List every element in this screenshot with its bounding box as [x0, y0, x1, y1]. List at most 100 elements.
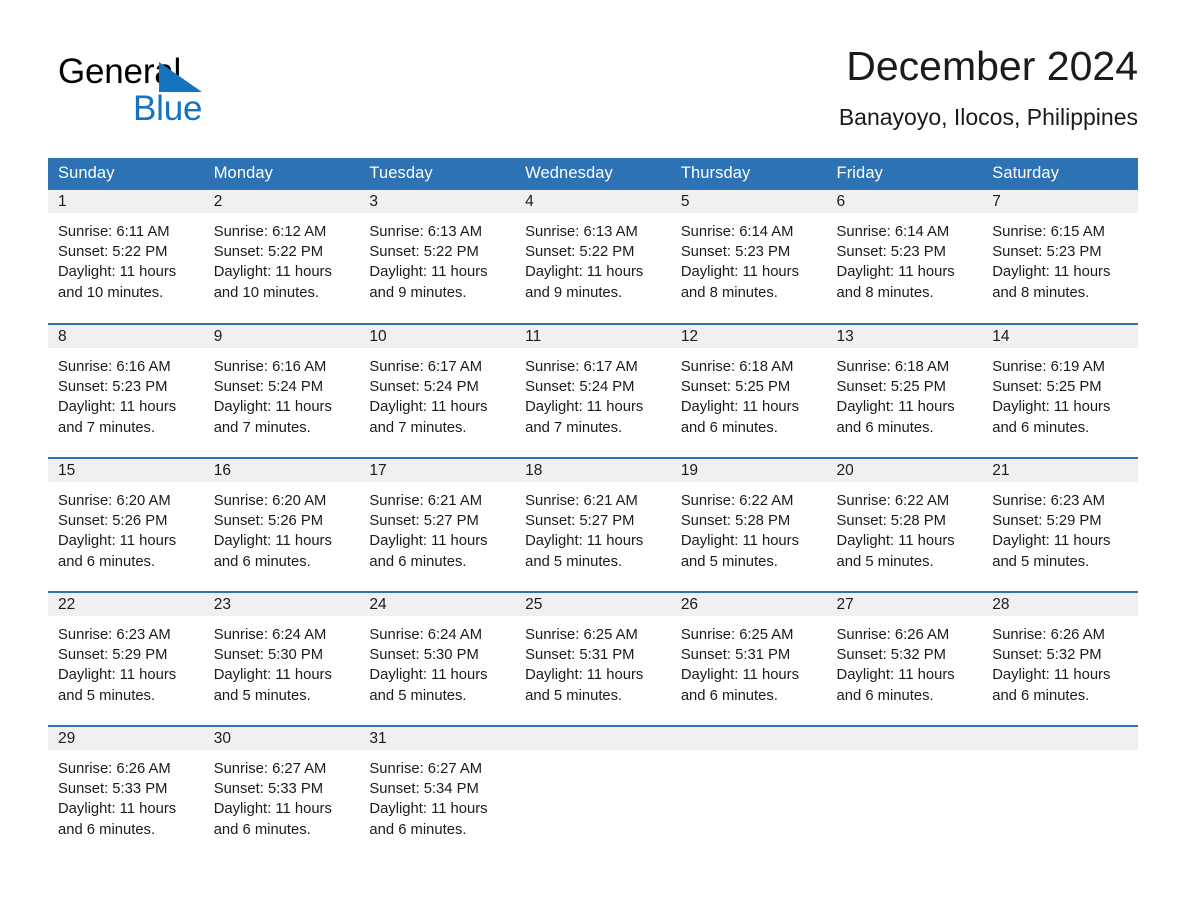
- day-details: Sunrise: 6:21 AM Sunset: 5:27 PM Daylight:…: [359, 482, 515, 572]
- day-number: 8: [48, 325, 204, 348]
- day-number: 20: [826, 459, 983, 482]
- day-cell[interactable]: 23 Sunrise: 6:24 AM Sunset: 5:30 PM Dayligh…: [203, 591, 360, 726]
- day-number: 2: [203, 190, 360, 213]
- sunset-text: Sunset: 5:22 PM: [58, 244, 168, 261]
- day-cell[interactable]: 15 Sunrise: 6:20 AM Sunset: 5:26 PM Dayligh…: [48, 457, 204, 592]
- day-details: [671, 750, 827, 759]
- daylight-text-line2: and 5 minutes.: [213, 687, 311, 704]
- daylight-text-line1: Daylight: 11 hours: [525, 667, 644, 684]
- daylight-text-line1: Daylight: 11 hours: [992, 667, 1111, 684]
- day-cell[interactable]: 14 Sunrise: 6:19 AM Sunset: 5:25 PM Dayligh…: [982, 323, 1138, 458]
- day-number: [982, 727, 1138, 750]
- daylight-text-line2: and 5 minutes.: [836, 553, 934, 570]
- day-cell[interactable]: 28 Sunrise: 6:26 AM Sunset: 5:32 PM Dayligh…: [982, 591, 1138, 726]
- day-cell[interactable]: 26 Sunrise: 6:25 AM Sunset: 5:31 PM Dayligh…: [670, 591, 827, 726]
- day-cell[interactable]: 24 Sunrise: 6:24 AM Sunset: 5:30 PM Dayligh…: [359, 591, 516, 726]
- sunset-text: Sunset: 5:30 PM: [369, 647, 479, 664]
- sunrise-text: Sunrise: 6:27 AM: [213, 761, 327, 777]
- day-number: 18: [515, 459, 671, 482]
- sunset-text: Sunset: 5:24 PM: [213, 379, 324, 396]
- daylight-text-line1: Daylight: 11 hours: [992, 264, 1111, 281]
- day-cell[interactable]: 19 Sunrise: 6:22 AM Sunset: 5:28 PM Dayligh…: [670, 457, 827, 592]
- sunset-text: Sunset: 5:26 PM: [213, 513, 324, 530]
- daylight-text-line1: Daylight: 11 hours: [836, 399, 955, 416]
- day-number: 23: [203, 593, 360, 616]
- day-cell[interactable]: 1 Sunrise: 6:11 AM Sunset: 5:22 PM Daylight…: [48, 190, 204, 324]
- day-cell[interactable]: 16 Sunrise: 6:20 AM Sunset: 5:26 PM Dayligh…: [203, 457, 360, 592]
- day-cell[interactable]: 21 Sunrise: 6:23 AM Sunset: 5:29 PM Dayligh…: [982, 457, 1138, 592]
- sunrise-text: Sunrise: 6:15 AM: [992, 224, 1105, 240]
- day-details: Sunrise: 6:25 AM Sunset: 5:31 PM Daylight:…: [671, 616, 827, 706]
- day-cell[interactable]: 31 Sunrise: 6:27 AM Sunset: 5:34 PM Dayligh…: [359, 725, 516, 860]
- sunset-text: Sunset: 5:28 PM: [836, 513, 946, 530]
- day-number: 7: [982, 190, 1138, 213]
- sunset-text: Sunset: 5:25 PM: [836, 379, 946, 396]
- day-cell[interactable]: 2 Sunrise: 6:12 AM Sunset: 5:22 PM Daylight…: [203, 190, 360, 324]
- day-cell[interactable]: 7 Sunrise: 6:15 AM Sunset: 5:23 PM Daylight…: [982, 190, 1138, 324]
- sunrise-text: Sunrise: 6:22 AM: [680, 493, 794, 509]
- day-number: 14: [982, 325, 1138, 348]
- sunset-text: Sunset: 5:25 PM: [680, 379, 791, 396]
- daylight-text-line2: and 6 minutes.: [992, 419, 1090, 436]
- day-cell[interactable]: 8 Sunrise: 6:16 AM Sunset: 5:23 PM Daylight…: [48, 323, 204, 458]
- sunset-text: Sunset: 5:23 PM: [836, 244, 946, 261]
- sunrise-text: Sunrise: 6:11 AM: [58, 224, 170, 240]
- sunset-text: Sunset: 5:24 PM: [525, 379, 635, 396]
- day-cell[interactable]: 27 Sunrise: 6:26 AM Sunset: 5:32 PM Dayligh…: [826, 591, 983, 726]
- daylight-text-line1: Daylight: 11 hours: [213, 399, 332, 416]
- day-cell[interactable]: 25 Sunrise: 6:25 AM Sunset: 5:31 PM Dayligh…: [515, 591, 671, 726]
- daylight-text-line2: and 5 minutes.: [525, 553, 623, 570]
- daylight-text-line2: and 6 minutes.: [369, 821, 467, 838]
- day-details: Sunrise: 6:22 AM Sunset: 5:28 PM Daylight:…: [827, 482, 983, 572]
- calendar-page: General Blue December 2024 Banayoyo, Ilo…: [0, 0, 1188, 918]
- day-details: Sunrise: 6:26 AM Sunset: 5:32 PM Daylight:…: [982, 616, 1138, 706]
- sunrise-text: Sunrise: 6:16 AM: [58, 359, 171, 375]
- daylight-text-line2: and 5 minutes.: [992, 553, 1090, 570]
- generalblue-logo[interactable]: General Blue: [58, 52, 318, 138]
- day-cell[interactable]: 3 Sunrise: 6:13 AM Sunset: 5:22 PM Daylight…: [359, 190, 516, 324]
- day-cell[interactable]: 18 Sunrise: 6:21 AM Sunset: 5:27 PM Dayligh…: [515, 457, 671, 592]
- day-cell[interactable]: 29 Sunrise: 6:26 AM Sunset: 5:33 PM Dayligh…: [48, 725, 204, 860]
- daylight-text-line1: Daylight: 11 hours: [836, 264, 955, 281]
- sunset-text: Sunset: 5:31 PM: [680, 647, 791, 664]
- sunrise-text: Sunrise: 6:22 AM: [836, 493, 950, 509]
- calendar-body: 1 Sunrise: 6:11 AM Sunset: 5:22 PM Daylight…: [48, 190, 1138, 860]
- day-details: Sunrise: 6:22 AM Sunset: 5:28 PM Daylight:…: [671, 482, 827, 572]
- day-number: 4: [515, 190, 671, 213]
- sunset-text: Sunset: 5:22 PM: [213, 244, 324, 261]
- day-cell[interactable]: 12 Sunrise: 6:18 AM Sunset: 5:25 PM Dayligh…: [670, 323, 827, 458]
- sunrise-text: Sunrise: 6:17 AM: [369, 359, 483, 375]
- calendar-week-row: 15 Sunrise: 6:20 AM Sunset: 5:26 PM Dayligh…: [48, 457, 1138, 592]
- sunset-text: Sunset: 5:24 PM: [369, 379, 479, 396]
- day-cell[interactable]: 9 Sunrise: 6:16 AM Sunset: 5:24 PM Daylight…: [203, 323, 360, 458]
- day-details: [982, 750, 1138, 759]
- day-cell[interactable]: 20 Sunrise: 6:22 AM Sunset: 5:28 PM Dayligh…: [826, 457, 983, 592]
- day-details: Sunrise: 6:17 AM Sunset: 5:24 PM Daylight:…: [515, 348, 671, 438]
- day-cell[interactable]: 10 Sunrise: 6:17 AM Sunset: 5:24 PM Dayligh…: [359, 323, 516, 458]
- day-details: Sunrise: 6:26 AM Sunset: 5:33 PM Daylight:…: [48, 750, 204, 840]
- day-cell[interactable]: 22 Sunrise: 6:23 AM Sunset: 5:29 PM Dayligh…: [48, 591, 204, 726]
- sunrise-text: Sunrise: 6:25 AM: [525, 627, 638, 643]
- daylight-text-line1: Daylight: 11 hours: [58, 264, 177, 281]
- day-cell[interactable]: 5 Sunrise: 6:14 AM Sunset: 5:23 PM Daylight…: [670, 190, 827, 324]
- sunset-text: Sunset: 5:27 PM: [525, 513, 635, 530]
- sunset-text: Sunset: 5:29 PM: [992, 513, 1102, 530]
- day-cell[interactable]: 30 Sunrise: 6:27 AM Sunset: 5:33 PM Dayligh…: [203, 725, 360, 860]
- day-number: 6: [826, 190, 983, 213]
- day-details: Sunrise: 6:17 AM Sunset: 5:24 PM Daylight:…: [359, 348, 515, 438]
- day-cell[interactable]: 4 Sunrise: 6:13 AM Sunset: 5:22 PM Daylight…: [515, 190, 671, 324]
- page-subtitle: Banayoyo, Ilocos, Philippines: [838, 104, 1138, 130]
- day-cell[interactable]: 11 Sunrise: 6:17 AM Sunset: 5:24 PM Dayligh…: [515, 323, 671, 458]
- day-number: 11: [515, 325, 671, 348]
- daylight-text-line2: and 6 minutes.: [680, 687, 778, 704]
- sunrise-text: Sunrise: 6:14 AM: [680, 224, 794, 240]
- logo-text-blue: Blue: [133, 89, 203, 128]
- weekday-header-thursday: Thursday: [670, 158, 827, 190]
- day-cell[interactable]: 6 Sunrise: 6:14 AM Sunset: 5:23 PM Daylight…: [826, 190, 983, 324]
- day-cell[interactable]: 17 Sunrise: 6:21 AM Sunset: 5:27 PM Dayligh…: [359, 457, 516, 592]
- day-number: 29: [48, 727, 204, 750]
- day-number: 30: [203, 727, 360, 750]
- weekday-header-tuesday: Tuesday: [359, 158, 516, 190]
- day-cell[interactable]: 13 Sunrise: 6:18 AM Sunset: 5:25 PM Dayligh…: [826, 323, 983, 458]
- day-number: 17: [359, 459, 516, 482]
